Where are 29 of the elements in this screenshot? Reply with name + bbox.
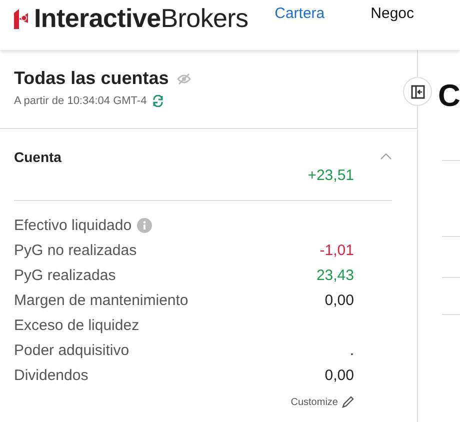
metric-value: . (350, 342, 354, 359)
page-heading: C (438, 77, 460, 115)
metric-label: Margen de mantenimiento (14, 292, 188, 309)
metric-value: 0,00 (324, 367, 354, 384)
metric-label: PyG no realizadas (14, 242, 137, 259)
refresh-icon[interactable] (152, 95, 164, 107)
metric-value: 0,00 (324, 292, 354, 309)
customize-link[interactable]: Customize (290, 396, 338, 408)
logo-icon (14, 8, 28, 28)
metric-value: 23,43 (316, 267, 354, 284)
pencil-icon[interactable] (342, 396, 354, 408)
total-value: +23,51 (306, 167, 354, 184)
chevron-up-icon[interactable] (380, 153, 392, 160)
metric-label: PyG realizadas (14, 267, 116, 284)
info-icon[interactable] (136, 218, 152, 233)
nav-tab[interactable]: Negoc (370, 5, 414, 22)
metric-label: Poder adquisitivo (14, 342, 130, 359)
collapse-panel-button[interactable] (403, 77, 432, 106)
eye-slash-icon[interactable] (176, 72, 191, 84)
section-title: Cuenta (14, 149, 62, 165)
metric-label: Exceso de liquidez (14, 317, 140, 334)
metric-value: -1,01 (320, 242, 354, 259)
logo-text: InteractiveBrokers (34, 3, 248, 34)
nav-tab[interactable]: Cartera (274, 5, 325, 22)
metric-label: Dividendos (14, 367, 88, 384)
panel-collapse-icon (410, 84, 424, 98)
panel-title: Todas las cuentas (14, 68, 169, 89)
metric-label: Efectivo liquidado (14, 217, 132, 234)
timestamp: A partir de 10:34:04 GMT-4 (14, 95, 147, 107)
